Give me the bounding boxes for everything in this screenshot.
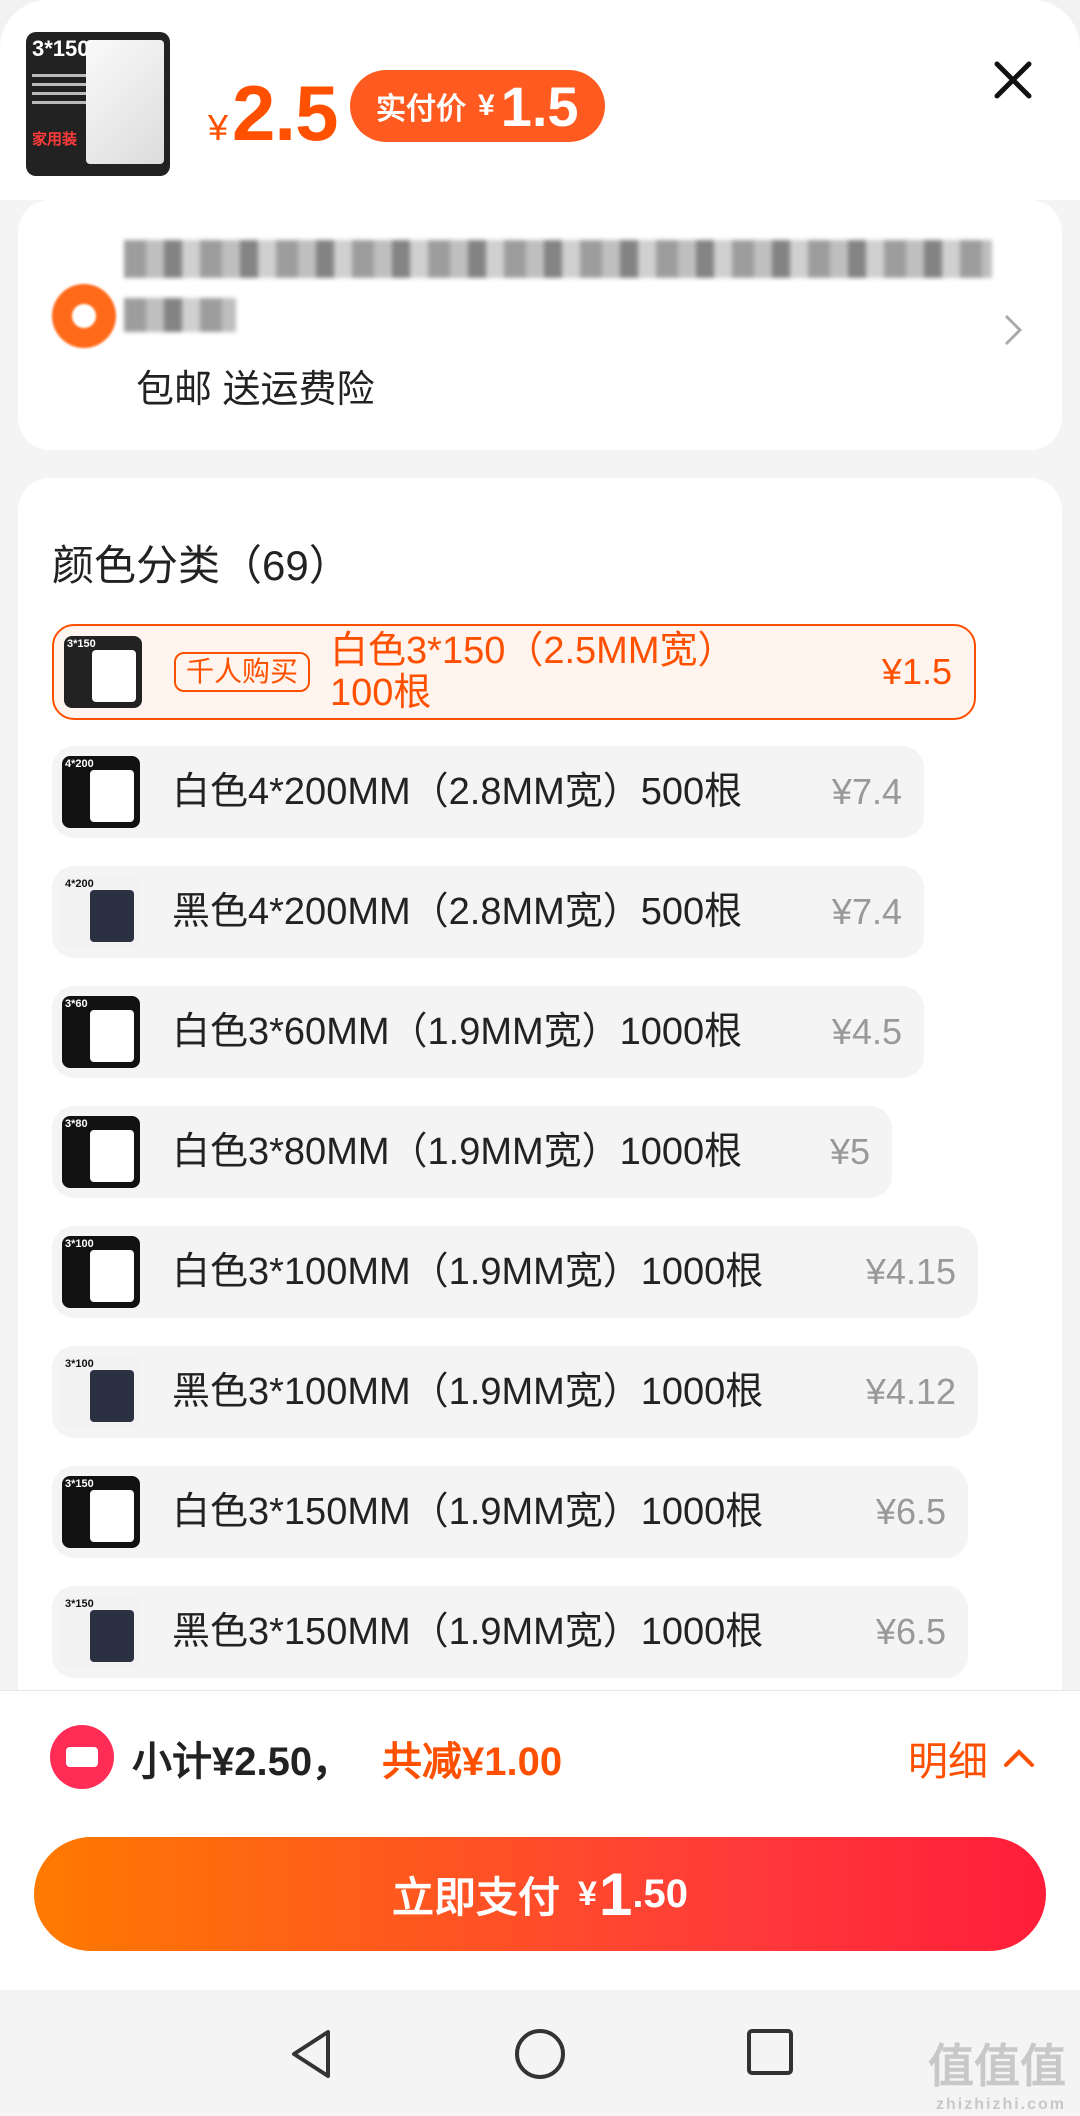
- option-thumbnail: 3*150: [64, 636, 142, 708]
- home-icon[interactable]: [512, 2026, 568, 2082]
- address-line-blurred: [124, 240, 992, 278]
- option-thumbnail: 3*60: [62, 996, 140, 1068]
- option-thumbnail-bag: [90, 1370, 134, 1422]
- option-label: 白色3*60MM（1.9MM宽）1000根: [172, 1011, 743, 1053]
- pay-now-button[interactable]: 立即支付 ¥ 1 .50: [34, 1837, 1046, 1951]
- shipping-info: 包邮 送运费险: [136, 369, 375, 411]
- option-thumbnail-bag: [90, 890, 134, 942]
- recents-icon[interactable]: [744, 2026, 796, 2078]
- close-icon[interactable]: [985, 52, 1041, 108]
- option-price: ¥6.5: [875, 1491, 946, 1532]
- option-price: ¥1.5: [881, 651, 952, 692]
- option-thumbnail-bag: [90, 1250, 134, 1302]
- option-thumbnail: 3*100: [62, 1236, 140, 1308]
- option-thumbnail-bag: [92, 650, 136, 702]
- option-thumbnail-bag: [90, 1130, 134, 1182]
- option-price: ¥7.4: [831, 771, 902, 812]
- pay-button-amount: 1: [598, 1860, 633, 1928]
- option-thumbnail-text: 3*150: [65, 1478, 94, 1490]
- pay-badge-symbol: ¥: [478, 89, 495, 122]
- sku-option[interactable]: 3*150 黑色3*150MM（1.9MM宽）1000根 ¥6.5: [52, 1586, 968, 1678]
- detail-toggle[interactable]: 明细: [908, 1729, 1036, 1787]
- option-label-text: 白色3*150（2.5MM宽）100根: [330, 630, 736, 714]
- option-label: 白色4*200MM（2.8MM宽）500根: [172, 771, 743, 813]
- option-price: ¥4.12: [865, 1371, 956, 1412]
- chevron-right-icon[interactable]: [1002, 312, 1024, 357]
- pay-button-decimal: .50: [632, 1871, 688, 1916]
- pay-badge-label: 实付价: [376, 93, 466, 126]
- option-thumbnail-bag: [90, 770, 134, 822]
- chevron-up-icon: [1004, 1749, 1034, 1767]
- option-thumbnail-text: 3*60: [65, 998, 88, 1010]
- option-label: 黑色3*150MM（1.9MM宽）1000根: [172, 1611, 764, 1653]
- option-thumbnail-text: 3*150: [67, 638, 96, 650]
- location-icon: [52, 284, 116, 348]
- sku-option[interactable]: 3*60 白色3*60MM（1.9MM宽）1000根 ¥4.5: [52, 986, 924, 1078]
- option-price: ¥4.5: [831, 1011, 902, 1052]
- option-price: ¥5: [829, 1131, 870, 1172]
- option-thumbnail: 3*80: [62, 1116, 140, 1188]
- watermark: 值值值 zhizhizhi.com: [928, 2030, 1066, 2114]
- sku-option[interactable]: 4*200 白色4*200MM（2.8MM宽）500根 ¥7.4: [52, 746, 924, 838]
- option-thumbnail-text: 4*200: [65, 878, 94, 890]
- option-thumbnail-bag: [90, 1610, 134, 1662]
- address-card[interactable]: 包邮 送运费险: [18, 200, 1062, 450]
- thumbnail-lines: [32, 68, 88, 110]
- option-price: ¥7.4: [831, 891, 902, 932]
- sku-card: 颜色分类（69） 3*150 千人购买 白色3*150（2.5MM宽）100根 …: [18, 478, 1062, 1718]
- watermark-sub: zhizhizhi.com: [936, 2096, 1066, 2113]
- sku-option[interactable]: 3*150 千人购买 白色3*150（2.5MM宽）100根 ¥1.5: [52, 624, 976, 720]
- system-nav-bar: [0, 1990, 1080, 2116]
- option-tag: 千人购买: [174, 652, 311, 692]
- sku-option[interactable]: 4*200 黑色4*200MM（2.8MM宽）500根 ¥7.4: [52, 866, 924, 958]
- option-label: 千人购买 白色3*150（2.5MM宽）100根: [174, 626, 794, 718]
- option-thumbnail-text: 3*100: [65, 1358, 94, 1370]
- thumbnail-product-bag: [86, 40, 164, 164]
- option-price: ¥4.15: [865, 1251, 956, 1292]
- pay-button-label: 立即支付: [392, 1873, 561, 1921]
- price-symbol: ¥: [208, 107, 229, 148]
- actual-pay-badge: 实付价 ¥ 1.5: [350, 70, 605, 142]
- option-label: 白色3*150MM（1.9MM宽）1000根: [172, 1491, 764, 1533]
- option-label: 白色3*100MM（1.9MM宽）1000根: [172, 1251, 764, 1293]
- option-thumbnail-text: 4*200: [65, 758, 94, 770]
- discount-text: 共减¥1.00: [382, 1740, 563, 1784]
- sku-sheet: 3*150 家用装 ¥ 2.5 实付价 ¥ 1.5 包邮 送运费险 颜色分类（6…: [0, 0, 1080, 2116]
- sku-option[interactable]: 3*150 白色3*150MM（1.9MM宽）1000根 ¥6.5: [52, 1466, 968, 1558]
- detail-label: 明细: [908, 1740, 988, 1784]
- option-thumbnail-text: 3*80: [65, 1118, 88, 1130]
- option-thumbnail: 3*100: [62, 1356, 140, 1428]
- pay-button-symbol: ¥: [578, 1874, 597, 1913]
- sku-option[interactable]: 3*100 白色3*100MM（1.9MM宽）1000根 ¥4.15: [52, 1226, 978, 1318]
- sku-option[interactable]: 3*100 黑色3*100MM（1.9MM宽）1000根 ¥4.12: [52, 1346, 978, 1438]
- option-thumbnail: 4*200: [62, 756, 140, 828]
- price-value: 2.5: [232, 69, 338, 157]
- subtotal-text: 小计¥2.50，: [132, 1740, 353, 1784]
- coupon-icon: [50, 1725, 114, 1789]
- address-name-blurred: [124, 298, 236, 332]
- checkout-footer: 小计¥2.50， 共减¥1.00 明细 立即支付 ¥ 1 .50: [0, 1690, 1080, 1991]
- option-label: 白色3*80MM（1.9MM宽）1000根: [172, 1131, 743, 1173]
- thumbnail-badge: 家用装: [32, 131, 78, 148]
- thumbnail-text: 3*150: [32, 36, 90, 61]
- sheet-header: 3*150 家用装 ¥ 2.5 实付价 ¥ 1.5: [0, 0, 1080, 200]
- option-thumbnail-text: 3*150: [65, 1598, 94, 1610]
- option-thumbnail: 4*200: [62, 876, 140, 948]
- option-label: 黑色3*100MM（1.9MM宽）1000根: [172, 1371, 764, 1413]
- option-thumbnail: 3*150: [62, 1476, 140, 1548]
- option-thumbnail-bag: [90, 1010, 134, 1062]
- option-thumbnail: 3*150: [62, 1596, 140, 1668]
- sku-option[interactable]: 3*80 白色3*80MM（1.9MM宽）1000根 ¥5: [52, 1106, 892, 1198]
- option-thumbnail-bag: [90, 1490, 134, 1542]
- option-thumbnail-text: 3*100: [65, 1238, 94, 1250]
- sku-title: 颜色分类（69）: [52, 542, 351, 589]
- option-label: 黑色4*200MM（2.8MM宽）500根: [172, 891, 743, 933]
- product-thumbnail[interactable]: 3*150 家用装: [26, 32, 170, 176]
- current-price: ¥ 2.5: [208, 68, 338, 159]
- watermark-text: 值值值: [928, 2040, 1066, 2092]
- pay-badge-value: 1.5: [500, 74, 579, 138]
- option-price: ¥6.5: [875, 1611, 946, 1652]
- back-icon[interactable]: [284, 2026, 336, 2082]
